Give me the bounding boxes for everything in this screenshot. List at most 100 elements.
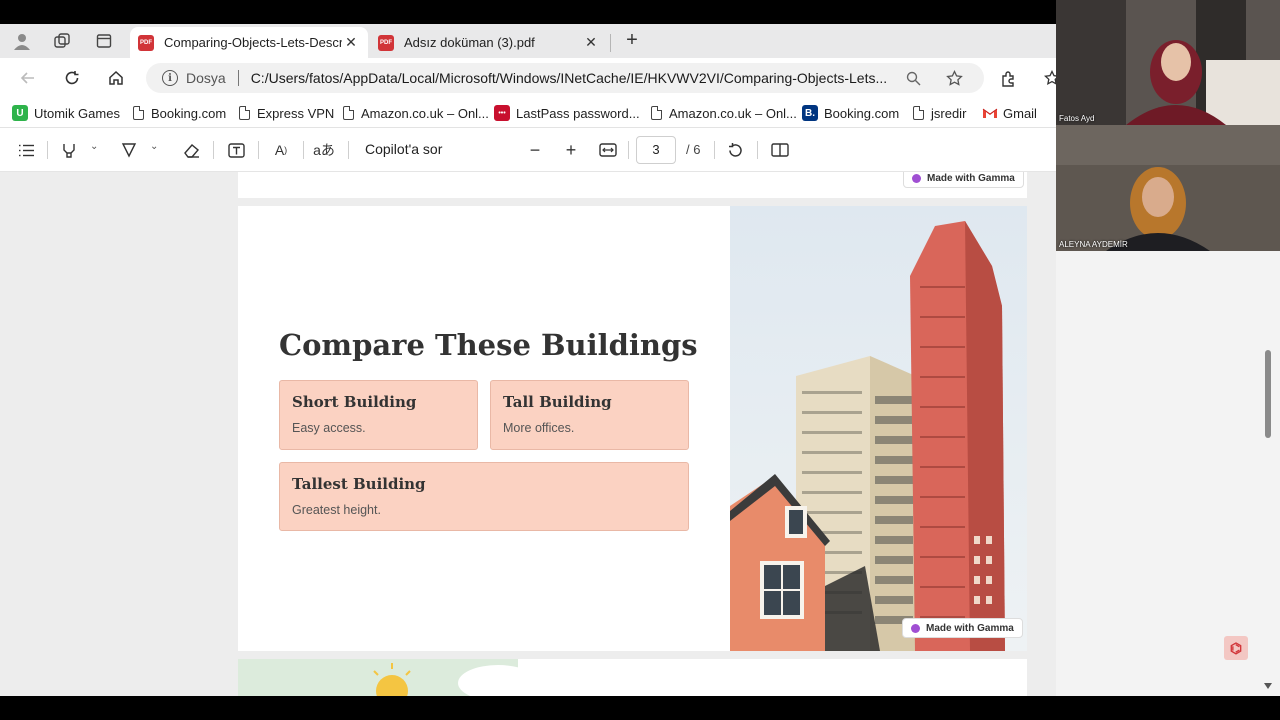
bookmark-amazon-2[interactable]: Amazon.co.uk – Onl...	[648, 104, 797, 122]
toolbar-divider	[213, 141, 214, 159]
card-tallest-building: Tallest Building Greatest height.	[279, 462, 689, 531]
participant-video	[1056, 125, 1280, 251]
page-icon	[239, 106, 250, 120]
fit-width-icon[interactable]	[597, 140, 619, 160]
favorite-star-icon[interactable]	[943, 67, 965, 89]
tab-divider	[610, 34, 611, 52]
participant-video	[1056, 0, 1280, 125]
zoom-out-icon[interactable]: −	[524, 140, 546, 160]
gmail-icon	[982, 105, 998, 121]
bookmark-utomik-games[interactable]: U Utomik Games	[12, 104, 120, 122]
page-number-input[interactable]: 3	[636, 136, 676, 164]
card-description: More offices.	[503, 421, 575, 435]
pdf-page: Compare These Buildings Short Building E…	[238, 206, 1027, 651]
address-divider	[237, 70, 239, 86]
bookmark-booking[interactable]: Booking.com	[130, 104, 226, 122]
bookmark-lastpass[interactable]: ••• LastPass password...	[494, 104, 640, 122]
page-icon	[343, 106, 354, 120]
eraser-icon[interactable]	[180, 140, 202, 160]
zoom-in-icon[interactable]: +	[560, 140, 582, 160]
card-title: Tall Building	[503, 393, 612, 411]
toolbar-divider	[757, 141, 758, 159]
page-view-icon[interactable]	[769, 140, 791, 160]
tab-title: Comparing-Objects-Lets-Describe	[164, 35, 342, 50]
contents-list-icon[interactable]	[15, 140, 37, 160]
site-label: Dosya	[186, 70, 226, 86]
pdf-viewer[interactable]: Made with Gamma Compare These Buildings …	[0, 172, 1056, 696]
zoom-icon[interactable]	[902, 67, 924, 89]
bookmark-label: LastPass password...	[516, 105, 640, 121]
close-icon[interactable]: ✕	[582, 34, 600, 51]
screen: PDF Comparing-Objects-Lets-Describe ✕ PD…	[0, 0, 1280, 720]
bookmark-amazon[interactable]: Amazon.co.uk – Onl...	[340, 104, 489, 122]
toolbar-divider	[258, 141, 259, 159]
pdf-toolbar: ⌄ ⌄ A) aあ Copilot'a sor − + 3 / 6	[0, 128, 1056, 172]
highlight-icon[interactable]	[58, 140, 80, 160]
participant-tile-aleyna[interactable]: ALEYNA AYDEMİR	[1056, 125, 1280, 251]
side-panel	[1056, 251, 1280, 696]
url-text[interactable]: C:/Users/fatos/AppData/Local/Microsoft/W…	[251, 70, 891, 86]
bookmark-booking-2[interactable]: B. Booking.com	[802, 104, 899, 122]
lastpass-icon: •••	[494, 105, 510, 121]
extensions-icon[interactable]	[996, 66, 1020, 90]
chevron-down-icon[interactable]: ⌄	[150, 141, 158, 152]
favorites-icon[interactable]	[1040, 66, 1056, 90]
acrobat-icon[interactable]: ⌬	[1224, 636, 1248, 660]
rotate-icon[interactable]	[724, 140, 746, 160]
toolbar-divider	[348, 141, 349, 159]
page-title: Compare These Buildings	[279, 328, 698, 362]
bookmark-express-vpn[interactable]: Express VPN	[236, 104, 334, 122]
previous-page: Made with Gamma	[238, 172, 1027, 198]
scrollbar[interactable]	[1262, 251, 1274, 691]
bookmark-label: Amazon.co.uk – Onl...	[669, 105, 797, 121]
ask-copilot-button[interactable]: Copilot'a sor	[365, 141, 442, 157]
made-with-gamma-badge[interactable]: Made with Gamma	[902, 618, 1023, 638]
card-title: Short Building	[292, 393, 417, 411]
refresh-icon[interactable]	[60, 66, 84, 90]
close-icon[interactable]: ✕	[342, 34, 360, 51]
next-page-illustration	[238, 659, 538, 696]
card-title: Tallest Building	[292, 475, 426, 493]
tab-comparing-objects[interactable]: PDF Comparing-Objects-Lets-Describe ✕	[130, 27, 368, 58]
text-box-icon[interactable]	[225, 140, 247, 160]
back-icon[interactable]	[16, 66, 40, 90]
toolbar-divider	[714, 141, 715, 159]
bookmark-label: jsredir	[931, 105, 967, 121]
read-aloud-icon[interactable]: A)	[270, 140, 292, 160]
chevron-down-icon[interactable]: ⌄	[90, 141, 98, 152]
new-tab-button[interactable]: +	[620, 29, 644, 53]
participant-tile-fatos[interactable]: Fatos Ayd	[1056, 0, 1280, 125]
tab-adsiz-dokuman[interactable]: PDF Adsız doküman (3).pdf ✕	[370, 27, 608, 58]
translate-icon[interactable]: aあ	[313, 140, 335, 160]
bookmark-label: Express VPN	[257, 105, 335, 121]
tab-title: Adsız doküman (3).pdf	[404, 35, 535, 50]
badge-label: Made with Gamma	[927, 172, 1015, 184]
toolbar-divider	[47, 141, 48, 159]
bookmark-label: Booking.com	[151, 105, 227, 121]
bookmark-jsredir[interactable]: jsredir	[910, 104, 966, 122]
pdf-icon: PDF	[138, 34, 154, 51]
tab-strip: PDF Comparing-Objects-Lets-Describe ✕ PD…	[0, 24, 1056, 58]
toolbar-divider	[303, 141, 304, 159]
utomik-icon: U	[12, 105, 28, 121]
participant-name: ALEYNA AYDEMİR	[1059, 240, 1128, 249]
toolbar-divider	[628, 141, 629, 159]
bookmark-label: Utomik Games	[34, 105, 120, 121]
card-short-building: Short Building Easy access.	[279, 380, 478, 450]
tab-actions-icon[interactable]	[92, 29, 116, 53]
address-bar[interactable]: i Dosya C:/Users/fatos/AppData/Local/Mic…	[146, 63, 984, 93]
booking-icon: B.	[802, 105, 818, 121]
draw-icon[interactable]	[118, 140, 140, 160]
made-with-gamma-badge[interactable]: Made with Gamma	[903, 172, 1024, 188]
next-page	[238, 659, 1027, 696]
gamma-logo-icon	[912, 173, 921, 183]
bookmark-gmail[interactable]: Gmail	[982, 104, 1037, 122]
page-icon	[913, 106, 924, 120]
workspaces-icon[interactable]	[50, 29, 74, 53]
info-icon[interactable]: i	[162, 70, 178, 86]
pdf-icon: PDF	[378, 34, 394, 51]
home-icon[interactable]	[104, 66, 128, 90]
profile-icon[interactable]	[10, 29, 34, 53]
card-description: Greatest height.	[292, 503, 381, 517]
badge-label: Made with Gamma	[926, 622, 1014, 634]
